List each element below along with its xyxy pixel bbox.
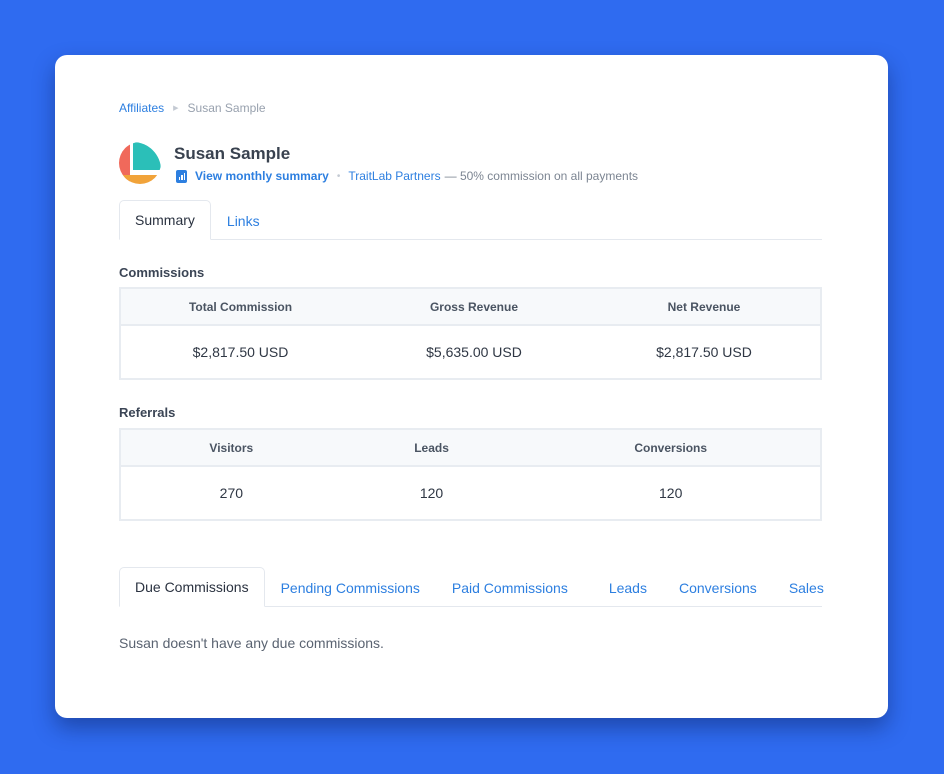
avatar-teal-shape [133, 142, 161, 170]
empty-state-message: Susan doesn't have any due commissions. [119, 635, 384, 651]
table-header-row: Total Commission Gross Revenue Net Reven… [120, 288, 821, 326]
tab-links[interactable]: Links [211, 201, 276, 240]
referrals-table: Visitors Leads Conversions 270 120 120 [119, 428, 822, 521]
program-link[interactable]: TraitLab Partners [348, 169, 440, 183]
view-monthly-summary-link[interactable]: View monthly summary [195, 169, 329, 183]
gross-revenue-value: $5,635.00 USD [426, 344, 522, 360]
conversions-value: 120 [659, 485, 683, 501]
breadcrumb: Affiliates ▶ Susan Sample [119, 101, 266, 115]
affiliate-subline: View monthly summary • TraitLab Partners… [176, 169, 638, 183]
tab-paid-commissions[interactable]: Paid Commissions [436, 568, 593, 607]
tab-due-commissions[interactable]: Due Commissions [119, 567, 265, 607]
avatar-orange-shape [119, 175, 161, 184]
header-conversions: Conversions [521, 429, 821, 467]
table-header-row: Visitors Leads Conversions [120, 429, 821, 467]
header-net-revenue: Net Revenue [588, 288, 821, 326]
tab-pending-commissions[interactable]: Pending Commissions [265, 568, 436, 607]
tab-conversions[interactable]: Conversions [663, 568, 773, 607]
affiliate-name: Susan Sample [174, 144, 291, 163]
header-gross-revenue: Gross Revenue [360, 288, 588, 326]
breadcrumb-current: Susan Sample [187, 101, 266, 115]
program-description: — 50% commission on all payments [444, 169, 639, 183]
total-commission-value: $2,817.50 USD [192, 344, 289, 360]
avatar-logo-icon [119, 142, 161, 184]
header-leads: Leads [341, 429, 522, 467]
tab-leads[interactable]: Leads [593, 568, 663, 607]
chevron-right-icon: ▶ [173, 105, 179, 112]
tab-summary[interactable]: Summary [119, 200, 211, 240]
table-row: 270 120 120 [120, 466, 821, 520]
affiliate-card: Affiliates ▶ Susan Sample Susan Sample V… [55, 55, 888, 718]
header-total-commission: Total Commission [120, 288, 360, 326]
header-visitors: Visitors [120, 429, 342, 467]
commission-tabs: Due Commissions Pending Commissions Paid… [119, 567, 824, 607]
referrals-title: Referrals [119, 405, 176, 420]
tab-sales[interactable]: Sales [773, 568, 840, 607]
table-row: $2,817.50 USD $5,635.00 USD $2,817.50 US… [120, 325, 821, 379]
commissions-table: Total Commission Gross Revenue Net Reven… [119, 287, 822, 380]
visitors-value: 270 [219, 485, 244, 501]
net-revenue-value: $2,817.50 USD [656, 344, 752, 360]
leads-value: 120 [419, 485, 444, 501]
commissions-title: Commissions [119, 265, 205, 280]
separator-dot: • [336, 170, 341, 182]
report-chart-icon[interactable] [176, 169, 187, 183]
top-tabs: Summary Links [119, 200, 822, 240]
breadcrumb-affiliates-link[interactable]: Affiliates [119, 101, 164, 115]
